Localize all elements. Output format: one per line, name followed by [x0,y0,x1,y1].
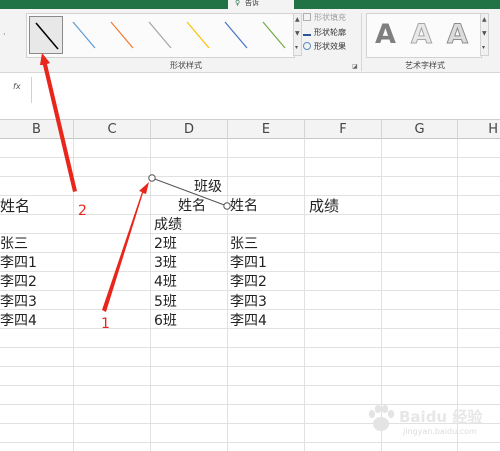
diagonal-line-shape[interactable] [151,177,228,207]
watermark-url: jingyan.baidu.com [403,427,477,436]
paw-logo-icon [368,405,395,431]
watermark-text: Baidu 经验 [399,408,483,426]
red-arrow-2 [40,53,77,192]
annotation-label-2: 2 [78,203,87,219]
baidu-jingyan-watermark: Baidu 经验 jingyan.baidu.com [362,392,496,446]
annotation-overlay [40,53,231,312]
annotation-label-1: 1 [101,316,110,332]
red-arrow-1 [102,182,149,312]
line-handle-start[interactable] [148,174,156,182]
line-handle-end[interactable] [223,202,231,210]
